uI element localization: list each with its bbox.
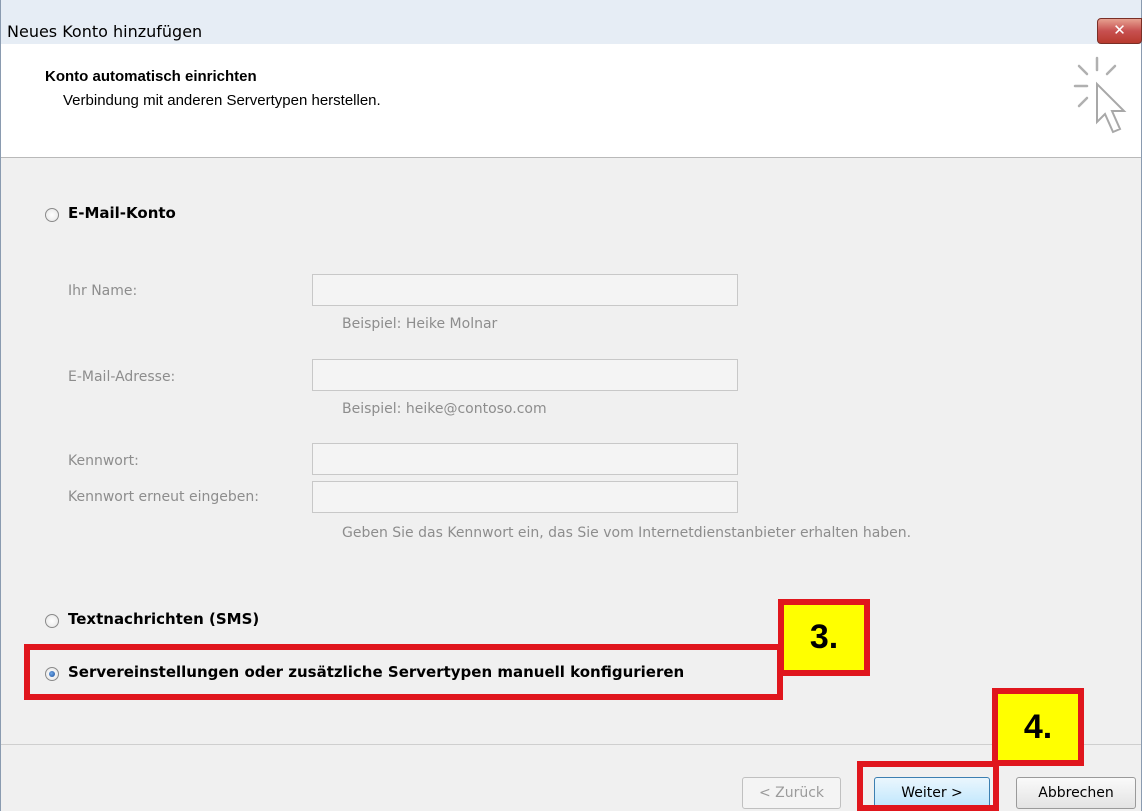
back-button[interactable]: < Zurück <box>742 777 841 809</box>
name-hint: Beispiel: Heike Molnar <box>342 316 498 332</box>
radio-sms[interactable] <box>45 614 59 628</box>
password-repeat-input[interactable] <box>312 481 738 513</box>
password-label: Kennwort: <box>68 453 139 469</box>
name-label: Ihr Name: <box>68 283 138 299</box>
annotation-frame-next-button <box>857 761 999 811</box>
annotation-frame-manual-option <box>24 644 783 700</box>
close-button[interactable]: ✕ <box>1097 18 1142 44</box>
annotation-badge-step-3: 3. <box>778 599 870 676</box>
annotation-badge-step-4: 4. <box>992 688 1084 766</box>
email-label: E-Mail-Adresse: <box>68 369 176 385</box>
password-repeat-label: Kennwort erneut eingeben: <box>68 489 259 505</box>
email-input[interactable] <box>312 359 738 391</box>
radio-email-account[interactable] <box>45 208 59 222</box>
footer-divider <box>1 744 1141 745</box>
option-email-label[interactable]: E-Mail-Konto <box>68 204 176 222</box>
password-input[interactable] <box>312 443 738 475</box>
header-title: Konto automatisch einrichten <box>45 68 257 85</box>
window-title: Neues Konto hinzufügen <box>7 22 203 41</box>
option-sms-label[interactable]: Textnachrichten (SMS) <box>68 610 259 628</box>
email-hint: Beispiel: heike@contoso.com <box>342 401 547 417</box>
title-bar: Neues Konto hinzufügen <box>1 0 1141 44</box>
password-hint: Geben Sie das Kennwort ein, das Sie vom … <box>342 525 912 541</box>
cancel-button[interactable]: Abbrechen <box>1016 777 1136 809</box>
header-subtitle: Verbindung mit anderen Servertypen herst… <box>63 92 381 109</box>
name-input[interactable] <box>312 274 738 306</box>
cursor-click-icon <box>1073 56 1127 134</box>
